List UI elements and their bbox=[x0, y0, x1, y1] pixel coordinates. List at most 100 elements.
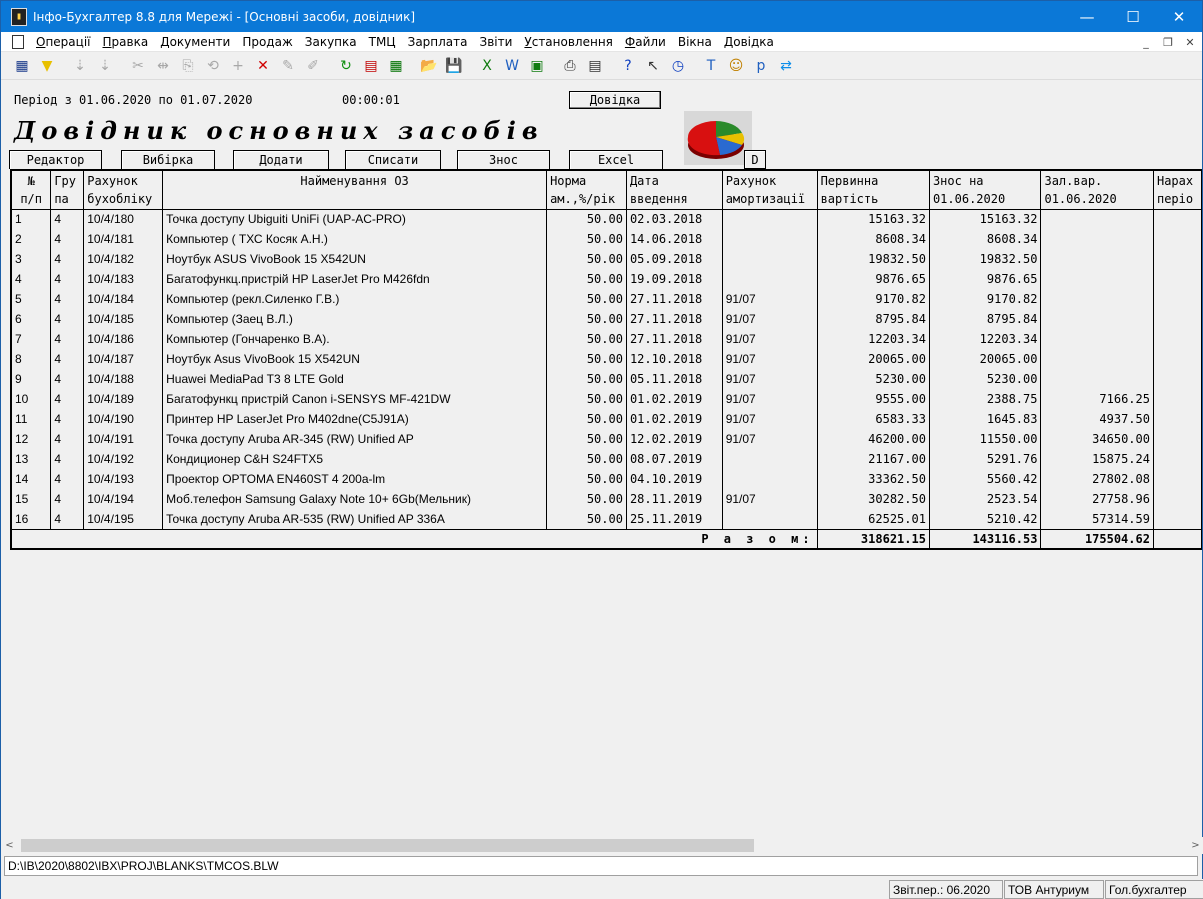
table-cell[interactable]: 14.06.2018 bbox=[626, 229, 723, 249]
column-header[interactable]: періо bbox=[1153, 190, 1202, 210]
mdi-close-button[interactable]: ✕ bbox=[1182, 34, 1198, 50]
table-cell[interactable]: 50.00 bbox=[546, 389, 627, 409]
table-row[interactable]: 16 4 10/4/195 Точка доступу Aruba AR-535 (R… bbox=[10, 509, 1202, 530]
table-cell[interactable]: Компьютер (Заец В.Л.) bbox=[162, 309, 548, 329]
table-row[interactable]: 9 4 10/4/188 Huawei MediaPad T3 8 LTE Gold 5… bbox=[10, 369, 1202, 389]
table-cell[interactable]: 4 bbox=[50, 229, 85, 249]
table-cell[interactable]: 05.09.2018 bbox=[626, 249, 723, 269]
calculator-icon[interactable]: ▦ bbox=[385, 55, 407, 77]
table-cell[interactable]: 91/07 bbox=[722, 289, 818, 309]
tab-1[interactable]: Редактор bbox=[9, 150, 102, 169]
table-cell[interactable] bbox=[722, 449, 818, 469]
grid-view-icon[interactable]: ▦ bbox=[11, 55, 33, 77]
table-cell[interactable]: 4 bbox=[50, 289, 85, 309]
table-cell[interactable]: 5291.76 bbox=[929, 449, 1042, 469]
table-cell[interactable]: 50.00 bbox=[546, 329, 627, 349]
filter-icon[interactable]: ▼ bbox=[36, 55, 58, 77]
table-row[interactable]: 7 4 10/4/186 Компьютер (Гончаренко В.А). 50.… bbox=[10, 329, 1202, 349]
table-cell[interactable]: 30282.50 bbox=[817, 489, 930, 509]
table-cell[interactable] bbox=[722, 509, 818, 530]
table-cell[interactable] bbox=[1153, 429, 1202, 449]
table-cell[interactable]: 9555.00 bbox=[817, 389, 930, 409]
table-cell[interactable]: 08.07.2019 bbox=[626, 449, 723, 469]
table-row[interactable]: 4 4 10/4/183 Багатофункц.пристрій HP LaserJ… bbox=[10, 269, 1202, 289]
column-header[interactable]: Зал.вар. bbox=[1040, 171, 1154, 190]
table-cell[interactable]: 27.11.2018 bbox=[626, 289, 723, 309]
table-cell[interactable]: 05.11.2018 bbox=[626, 369, 723, 389]
table-cell[interactable]: 12.02.2019 bbox=[626, 429, 723, 449]
menu-7[interactable]: Зарплата bbox=[402, 35, 474, 49]
table-cell[interactable]: 4 bbox=[50, 429, 85, 449]
table-cell[interactable]: 2 bbox=[10, 229, 52, 249]
open-folder-icon[interactable]: 📂 bbox=[418, 55, 440, 77]
tab-5[interactable]: Знос bbox=[457, 150, 550, 169]
table-cell[interactable]: Принтер HP LaserJet Pro M402dne(C5J91A) bbox=[162, 409, 548, 429]
table-cell[interactable]: 10/4/195 bbox=[83, 509, 164, 530]
table-cell[interactable]: 1 bbox=[10, 209, 52, 229]
pdf-icon[interactable]: ▤ bbox=[360, 55, 382, 77]
table-cell[interactable] bbox=[1153, 369, 1202, 389]
table-cell[interactable]: 28.11.2019 bbox=[626, 489, 723, 509]
compass-icon[interactable]: ◷ bbox=[667, 55, 689, 77]
table-cell[interactable] bbox=[1040, 269, 1154, 289]
table-cell[interactable]: 21167.00 bbox=[817, 449, 930, 469]
table-cell[interactable] bbox=[1153, 469, 1202, 489]
table-cell[interactable]: Ноутбук ASUS VivoBook 15 X542UN bbox=[162, 249, 548, 269]
table-cell[interactable]: 6583.33 bbox=[817, 409, 930, 429]
table-cell[interactable] bbox=[1040, 209, 1154, 229]
table-cell[interactable]: 02.03.2018 bbox=[626, 209, 723, 229]
table-cell[interactable]: 50.00 bbox=[546, 289, 627, 309]
table-cell[interactable]: 8795.84 bbox=[817, 309, 930, 329]
maximize-button[interactable]: ☐ bbox=[1110, 1, 1156, 32]
scroll-thumb[interactable] bbox=[21, 839, 754, 852]
tab-3[interactable]: Додати bbox=[233, 150, 329, 169]
table-cell[interactable]: Компьютер (рекл.Силенко Г.В.) bbox=[162, 289, 548, 309]
column-header[interactable]: Гру bbox=[50, 171, 85, 190]
table-cell[interactable] bbox=[722, 209, 818, 229]
export-icon[interactable]: ▣ bbox=[526, 55, 548, 77]
table-row[interactable]: 5 4 10/4/184 Компьютер (рекл.Силенко Г.В.) 5… bbox=[10, 289, 1202, 309]
table-cell[interactable]: 4 bbox=[50, 469, 85, 489]
table-cell[interactable]: 4 bbox=[10, 269, 52, 289]
table-cell[interactable]: 4 bbox=[50, 209, 85, 229]
table-cell[interactable]: 12.10.2018 bbox=[626, 349, 723, 369]
table-cell[interactable]: Huawei MediaPad T3 8 LTE Gold bbox=[162, 369, 548, 389]
document-p-icon[interactable]: p bbox=[750, 55, 772, 77]
table-cell[interactable]: 7 bbox=[10, 329, 52, 349]
table-cell[interactable]: 10/4/191 bbox=[83, 429, 164, 449]
table-row[interactable]: 1 4 10/4/180 Точка доступу Ubiguiti UniFi (… bbox=[10, 209, 1202, 229]
table-cell[interactable]: 50.00 bbox=[546, 209, 627, 229]
table-cell[interactable]: 91/07 bbox=[722, 329, 818, 349]
table-cell[interactable]: 10/4/194 bbox=[83, 489, 164, 509]
table-cell[interactable]: 50.00 bbox=[546, 469, 627, 489]
horizontal-scrollbar[interactable]: < > bbox=[1, 837, 1203, 854]
menu-10[interactable]: Файли bbox=[619, 35, 672, 49]
tab-7[interactable]: D bbox=[744, 150, 766, 169]
table-cell[interactable]: 57314.59 bbox=[1040, 509, 1154, 530]
table-cell[interactable] bbox=[1040, 349, 1154, 369]
table-cell[interactable] bbox=[1040, 369, 1154, 389]
table-cell[interactable]: 11 bbox=[10, 409, 52, 429]
column-header[interactable]: Знос на bbox=[929, 171, 1042, 190]
table-cell[interactable]: 10/4/186 bbox=[83, 329, 164, 349]
table-cell[interactable]: 15875.24 bbox=[1040, 449, 1154, 469]
table-cell[interactable] bbox=[1153, 269, 1202, 289]
users-icon[interactable]: ☺ bbox=[725, 55, 747, 77]
menu-6[interactable]: ТМЦ bbox=[363, 35, 402, 49]
tab-2[interactable]: Вибірка bbox=[121, 150, 215, 169]
table-cell[interactable] bbox=[1153, 409, 1202, 429]
refresh-icon[interactable]: ↻ bbox=[335, 55, 357, 77]
table-cell[interactable]: 19832.50 bbox=[817, 249, 930, 269]
table-cell[interactable] bbox=[1040, 329, 1154, 349]
table-cell[interactable]: 12203.34 bbox=[817, 329, 930, 349]
table-cell[interactable]: 5210.42 bbox=[929, 509, 1042, 530]
table-cell[interactable]: 4 bbox=[50, 489, 85, 509]
add-icon[interactable]: + bbox=[227, 55, 249, 77]
table-cell[interactable] bbox=[722, 229, 818, 249]
scissors-icon[interactable]: ✂ bbox=[127, 55, 149, 77]
table-cell[interactable] bbox=[1040, 229, 1154, 249]
table-cell[interactable]: 8 bbox=[10, 349, 52, 369]
table-row[interactable]: 3 4 10/4/182 Ноутбук ASUS VivoBook 15 X542U… bbox=[10, 249, 1202, 269]
column-header[interactable]: ам.,%/рік bbox=[546, 190, 627, 210]
table-cell[interactable]: 50.00 bbox=[546, 429, 627, 449]
